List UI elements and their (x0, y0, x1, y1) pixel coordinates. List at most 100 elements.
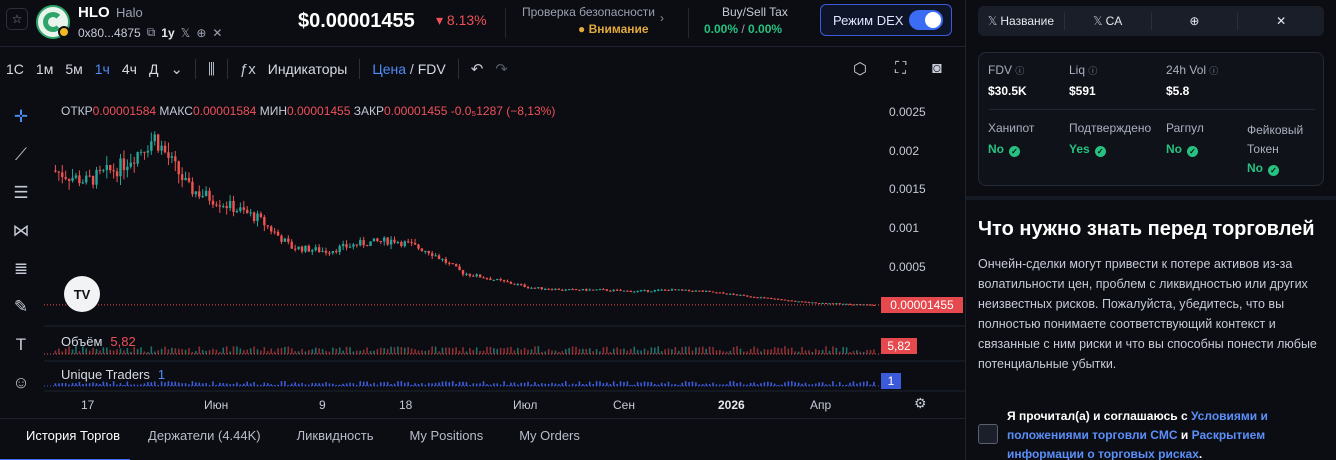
traders-bar (821, 382, 824, 386)
trendline-icon[interactable]: ⟋ (8, 142, 34, 168)
info-icon[interactable]: ⓘ (1088, 66, 1097, 76)
x-icon[interactable]: ✕ (212, 26, 222, 40)
interval-1m[interactable]: 1м (30, 61, 59, 77)
pattern-icon[interactable]: ⋈ (8, 218, 34, 244)
candle-body (67, 178, 71, 181)
fx-icon[interactable]: ƒx (234, 61, 262, 78)
fullscreen-icon[interactable]: ⛶ (895, 53, 906, 85)
chevron-right-icon[interactable]: › (660, 11, 664, 25)
price-chart[interactable]: ОТКР0.00001584 МАКС0.00001584 МИН0.00001… (44, 96, 965, 416)
price-mode-button[interactable]: Цена / FDV (366, 61, 451, 77)
volume-bar (523, 347, 526, 354)
volume-bar (808, 350, 810, 354)
volume-bar (345, 346, 348, 354)
candle-body (239, 207, 242, 211)
volume-bar (736, 346, 738, 354)
horizontal-lines-icon[interactable]: ☰ (8, 180, 34, 206)
chart-canvas[interactable] (44, 96, 965, 416)
honeypot-label: Ханипот (988, 121, 1035, 135)
star-icon[interactable]: ☆ (6, 8, 28, 30)
search-by-name-button[interactable]: 𝕏 Название (978, 12, 1065, 30)
info-icon[interactable]: ⓘ (1015, 66, 1024, 76)
undo-icon[interactable]: ↶ (465, 60, 490, 78)
redo-icon[interactable]: ↷ (489, 60, 514, 78)
text-icon[interactable]: T (8, 332, 34, 358)
tab-holders[interactable]: Держатели (4.44K) (130, 419, 279, 460)
candle-body (629, 290, 633, 292)
candle-body (180, 174, 184, 181)
volume-bar (136, 349, 139, 354)
interval-1s[interactable]: 1С (0, 61, 30, 77)
volume-bar (513, 350, 516, 354)
vol-label: 24h Vol ⓘ (1166, 63, 1219, 77)
toggle-switch[interactable] (909, 10, 943, 30)
x-search-icon[interactable]: 𝕏 (181, 26, 191, 40)
traders-bar (763, 382, 766, 386)
emoji-icon[interactable]: ☺ (8, 370, 34, 396)
candle-body (184, 177, 187, 181)
check-icon: ✓ (1187, 146, 1198, 157)
volume-bar (99, 350, 101, 354)
candle-body (550, 289, 554, 291)
volume-bar (397, 346, 399, 354)
interval-d[interactable]: Д (143, 61, 164, 77)
gear-icon[interactable]: ⚙ (914, 395, 927, 412)
volume-bar (314, 347, 317, 354)
crosshair-icon[interactable]: ✛ (8, 104, 34, 130)
candle-body (523, 284, 526, 287)
candles-icon[interactable]: ⫼ (202, 61, 221, 78)
settings-hex-icon[interactable]: ⬡ (853, 53, 867, 85)
search-by-ca-button[interactable]: 𝕏 CA (1065, 12, 1152, 30)
tab-liquidity[interactable]: Ликвидность (279, 419, 392, 460)
tradingview-logo[interactable]: TV (64, 276, 100, 312)
indicators-button[interactable]: Индикаторы (262, 61, 354, 77)
candle-body (307, 245, 311, 252)
traders-bar (465, 382, 468, 386)
candle-body (372, 238, 376, 242)
globe-icon[interactable]: ⊕ (196, 26, 206, 40)
candle-body (321, 250, 324, 252)
risk-warning-title: Что нужно знать перед торговлей (978, 218, 1315, 240)
copy-icon[interactable]: ⧉ (147, 25, 156, 40)
candle-body (766, 297, 770, 299)
x-tick: 17 (81, 398, 95, 412)
brush-icon[interactable]: ✎ (8, 294, 34, 320)
volume-bar (595, 349, 598, 354)
candle-body (163, 145, 167, 153)
candle-body (715, 292, 718, 294)
camera-icon[interactable]: ◙ (932, 53, 942, 85)
globe-icon[interactable]: ⊕ (1152, 12, 1239, 30)
security-check-title[interactable]: Проверка безопасности (522, 5, 655, 19)
volume-bar (534, 346, 536, 354)
interval-4h[interactable]: 4ч (116, 61, 143, 77)
candle-body (807, 302, 811, 304)
agree-checkbox[interactable] (978, 424, 998, 444)
x-icon[interactable]: ✕ (1238, 12, 1324, 30)
candle-body (88, 175, 91, 177)
candle-body (389, 239, 393, 245)
info-icon[interactable]: ⓘ (1209, 66, 1218, 76)
interval-5m[interactable]: 5м (59, 61, 88, 77)
security-check-value[interactable]: ● Внимание (578, 22, 649, 36)
tab-my-positions[interactable]: My Positions (392, 419, 502, 460)
candle-body (352, 244, 355, 247)
liq-label: Liq ⓘ (1069, 63, 1098, 77)
tab-trade-history[interactable]: История Торгов (0, 419, 131, 460)
tab-my-orders[interactable]: My Orders (501, 419, 598, 460)
volume-bar (647, 350, 649, 354)
dex-mode-toggle[interactable]: Режим DEX (820, 4, 952, 36)
traders-bar (630, 384, 632, 386)
volume-bar (773, 347, 776, 354)
candle-body (359, 240, 362, 246)
traders-bar (859, 382, 862, 386)
volume-bar (123, 350, 125, 354)
candle-body (276, 231, 280, 236)
fib-icon[interactable]: ≣ (8, 256, 34, 282)
traders-bar (849, 382, 851, 386)
x-search-icon: 𝕏 (1092, 14, 1103, 28)
traders-bar (623, 381, 625, 386)
volume-bar (753, 346, 755, 354)
chevron-down-icon[interactable]: ⌄ (164, 60, 189, 78)
honeypot-value: No ✓ (988, 142, 1020, 157)
interval-1h[interactable]: 1ч (89, 61, 116, 77)
